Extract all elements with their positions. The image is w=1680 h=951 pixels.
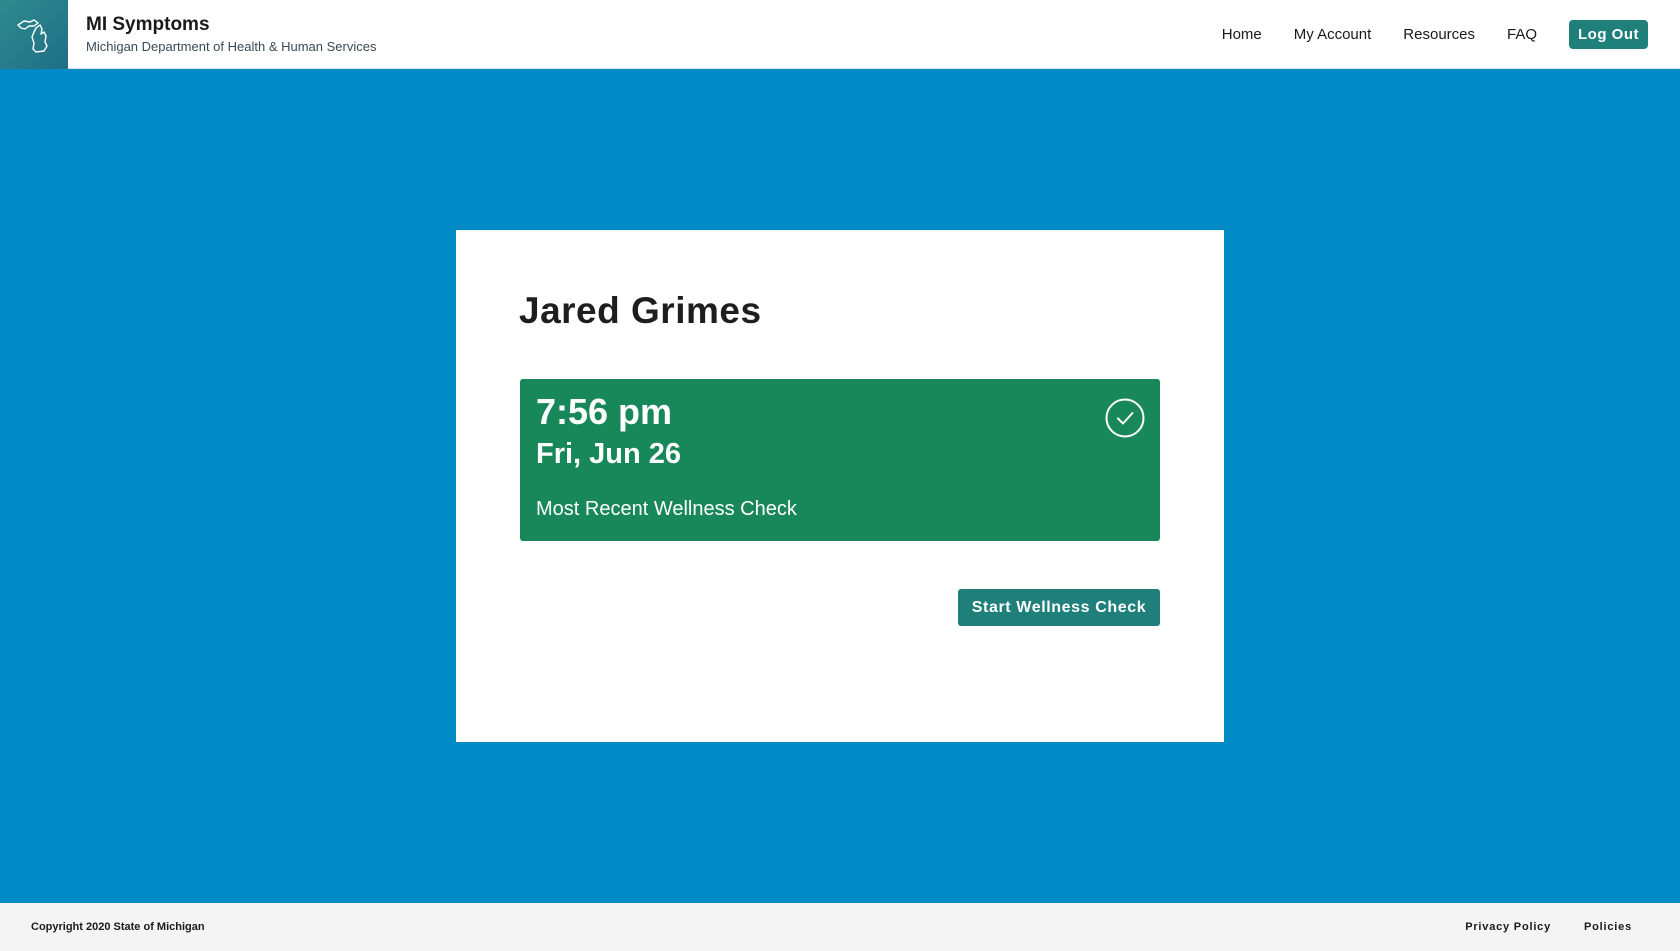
check-label: Most Recent Wellness Check <box>536 498 797 520</box>
dashboard-card: Jared Grimes 7:56 pm Fri, Jun 26 Most Re… <box>456 230 1224 742</box>
logout-button[interactable]: Log Out <box>1569 19 1648 49</box>
main-area: Jared Grimes 7:56 pm Fri, Jun 26 Most Re… <box>0 69 1680 903</box>
policies-link[interactable]: Policies <box>1584 921 1632 933</box>
nav-home[interactable]: Home <box>1222 26 1262 43</box>
logo[interactable] <box>0 0 68 69</box>
check-time: 7:56 pm <box>536 391 673 432</box>
check-date: Fri, Jun 26 <box>536 438 682 470</box>
privacy-policy-link[interactable]: Privacy Policy <box>1465 921 1551 933</box>
main-nav: Home My Account Resources FAQ Log Out <box>1222 19 1648 49</box>
nav-my-account[interactable]: My Account <box>1294 26 1372 43</box>
app-title: MI Symptoms <box>86 14 210 35</box>
wellness-status-panel: 7:56 pm Fri, Jun 26 Most Recent Wellness… <box>520 379 1160 541</box>
app-subtitle: Michigan Department of Health & Human Se… <box>86 39 377 54</box>
footer-links: Privacy Policy Policies <box>1432 921 1632 933</box>
user-name-heading: Jared Grimes <box>519 290 762 331</box>
nav-resources[interactable]: Resources <box>1403 26 1475 43</box>
check-circle-icon <box>1105 398 1145 438</box>
copyright-text: Copyright 2020 State of Michigan <box>31 921 205 933</box>
michigan-map-icon <box>17 18 48 53</box>
nav-faq[interactable]: FAQ <box>1507 26 1537 43</box>
start-wellness-check-button[interactable]: Start Wellness Check <box>958 589 1160 626</box>
top-header: MI Symptoms Michigan Department of Healt… <box>0 0 1680 69</box>
footer: Copyright 2020 State of Michigan Privacy… <box>0 903 1680 951</box>
